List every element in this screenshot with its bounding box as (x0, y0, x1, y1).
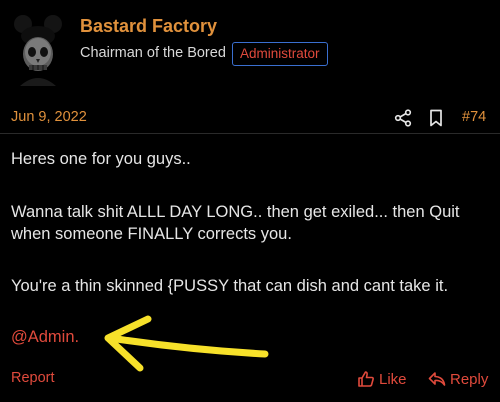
thumbs-up-icon (358, 371, 374, 387)
bookmark-icon[interactable] (428, 109, 444, 127)
post-paragraph: You're a thin skinned {PUSSY that can di… (11, 277, 449, 295)
post-meta-bar: Jun 9, 2022 #74 (0, 104, 500, 132)
post-date[interactable]: Jun 9, 2022 (11, 109, 87, 125)
author-name[interactable]: Bastard Factory (80, 16, 217, 37)
avatar[interactable] (14, 10, 62, 86)
divider (0, 133, 500, 134)
like-label: Like (379, 370, 407, 388)
post-paragraph: Wanna talk shit ALLL DAY LONG.. then get… (11, 203, 460, 243)
role-badge[interactable]: Administrator (232, 42, 328, 66)
post-header: Bastard Factory Chairman of the Bored Ad… (0, 0, 500, 95)
author-user-title: Chairman of the Bored (80, 45, 226, 61)
post-number-link[interactable]: #74 (462, 109, 486, 125)
user-mention-link[interactable]: @Admin. (11, 328, 79, 347)
post-actions: Report Like Reply (0, 366, 500, 392)
reply-icon (428, 372, 446, 386)
post-paragraph: Heres one for you guys.. (11, 150, 191, 168)
share-icon[interactable] (394, 109, 412, 127)
reply-button[interactable]: Reply (428, 369, 488, 389)
report-link[interactable]: Report (11, 370, 55, 386)
reply-label: Reply (450, 370, 489, 388)
like-button[interactable]: Like (357, 369, 407, 389)
